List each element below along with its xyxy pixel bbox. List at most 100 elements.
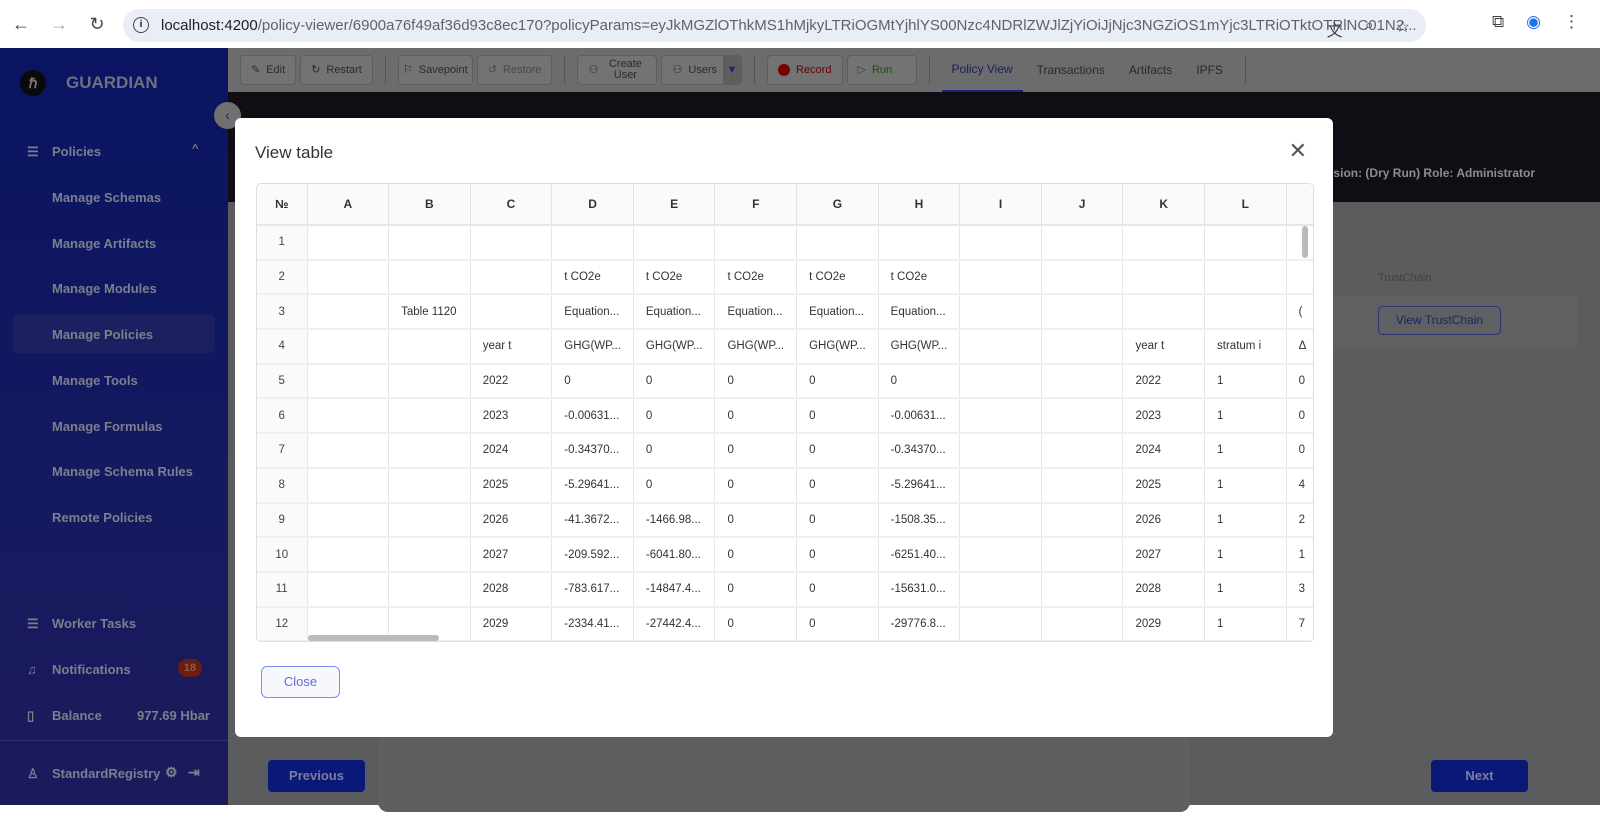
table-cell[interactable]: -27442.4... (633, 606, 716, 641)
table-cell[interactable]: 1 (1286, 537, 1313, 573)
table-cell[interactable]: 0 (714, 467, 798, 504)
table-cell[interactable]: GHG(WP... (551, 329, 634, 365)
table-cell[interactable] (959, 571, 1042, 608)
table-cell[interactable]: GHG(WP... (878, 329, 961, 365)
table-cell[interactable]: 1 (1204, 433, 1287, 469)
create-user-button[interactable]: ⚇ Create User (577, 55, 658, 85)
table-cell[interactable]: t CO2e (878, 259, 961, 296)
table-cell[interactable] (307, 225, 390, 261)
sidebar-item-manage-schema-rules[interactable]: Manage Schema Rules (52, 464, 193, 479)
table-cell[interactable]: ( (1286, 294, 1313, 331)
spreadsheet-table[interactable]: № A B C D E F G H I J K L 1 2 t CO2e t CO2e t CO2e t CO2e t… (256, 183, 1314, 642)
tab-policy-view[interactable]: Policy View (941, 48, 1023, 92)
table-cell[interactable] (959, 467, 1042, 504)
table-cell[interactable] (388, 571, 471, 608)
table-cell[interactable]: 0 (796, 467, 879, 504)
table-cell[interactable]: 0 (633, 467, 716, 504)
table-cell[interactable]: 0 (714, 363, 798, 400)
table-cell[interactable] (388, 225, 471, 261)
vertical-scrollbar[interactable] (1302, 226, 1308, 258)
table-cell[interactable]: 2029 (470, 606, 553, 641)
view-trustchain-button[interactable]: View TrustChain (1378, 306, 1501, 335)
profile-icon[interactable]: ◉ (1526, 12, 1541, 32)
table-cell[interactable]: -15631.0... (878, 571, 961, 608)
table-cell[interactable]: 0 (1286, 433, 1313, 469)
menu-icon[interactable]: ⋮ (1563, 12, 1580, 32)
table-cell[interactable]: 0 (796, 398, 879, 435)
table-cell[interactable]: Equation... (796, 294, 879, 331)
table-cell[interactable] (307, 294, 390, 331)
table-cell[interactable]: -0.00631... (878, 398, 961, 435)
table-cell[interactable] (307, 571, 390, 608)
table-cell[interactable] (1122, 225, 1206, 261)
table-cell[interactable]: 2 (1286, 502, 1313, 539)
table-cell[interactable]: 2026 (1122, 502, 1206, 539)
table-cell[interactable] (470, 225, 553, 261)
sidebar-item-notifications[interactable]: Notifications (52, 662, 131, 677)
close-button[interactable]: Close (261, 666, 340, 698)
table-cell[interactable] (1041, 398, 1124, 435)
extensions-icon[interactable]: ⧉ (1492, 12, 1504, 32)
forward-icon[interactable]: → (40, 14, 78, 35)
column-header[interactable]: D (551, 184, 634, 226)
table-cell[interactable] (1122, 259, 1206, 296)
reload-icon[interactable]: ↻ (78, 14, 116, 35)
table-cell[interactable]: 0 (714, 537, 798, 573)
table-cell[interactable] (470, 294, 553, 331)
table-cell[interactable] (388, 259, 471, 296)
table-cell[interactable]: 0 (796, 433, 879, 469)
previous-button[interactable]: Previous (268, 760, 365, 792)
table-cell[interactable] (388, 433, 471, 469)
table-cell[interactable]: -1466.98... (633, 502, 716, 539)
table-cell[interactable]: 2025 (1122, 467, 1206, 504)
next-button[interactable]: Next (1431, 760, 1528, 792)
table-cell[interactable]: 2024 (470, 433, 553, 469)
table-cell[interactable] (307, 537, 390, 573)
table-cell[interactable]: 2028 (1122, 571, 1206, 608)
column-header[interactable]: B (388, 184, 471, 226)
settings-gear-icon[interactable]: ⚙ (165, 764, 178, 781)
table-cell[interactable]: 0 (551, 363, 634, 400)
sidebar-item-remote-policies[interactable]: Remote Policies (52, 510, 152, 525)
table-cell[interactable] (1041, 329, 1124, 365)
restart-button[interactable]: ↻ Restart (300, 55, 373, 85)
table-cell[interactable] (959, 363, 1042, 400)
table-cell[interactable] (307, 467, 390, 504)
table-cell[interactable]: 0 (796, 537, 879, 573)
table-cell[interactable] (388, 537, 471, 573)
table-cell[interactable]: 0 (796, 363, 879, 400)
table-cell[interactable] (307, 502, 390, 539)
table-cell[interactable]: 0 (714, 502, 798, 539)
column-header[interactable] (1286, 184, 1313, 226)
run-button[interactable]: ▷ Run (846, 55, 917, 85)
sidebar-item-manage-artifacts[interactable]: Manage Artifacts (52, 236, 156, 251)
table-cell[interactable]: -41.3672... (551, 502, 634, 539)
table-cell[interactable]: 2023 (1122, 398, 1206, 435)
table-cell[interactable]: 2023 (470, 398, 553, 435)
table-cell[interactable]: 0 (1286, 398, 1313, 435)
tab-transactions[interactable]: Transactions (1027, 48, 1115, 92)
bookmark-star-icon[interactable]: ☆ (1396, 17, 1410, 41)
table-cell[interactable]: -14847.4... (633, 571, 716, 608)
table-cell[interactable] (959, 537, 1042, 573)
column-header[interactable]: K (1122, 184, 1206, 226)
table-cell[interactable]: GHG(WP... (633, 329, 716, 365)
table-cell[interactable] (307, 433, 390, 469)
table-cell[interactable]: year t (470, 329, 553, 365)
table-cell[interactable]: 7 (1286, 606, 1313, 641)
table-cell[interactable]: -783.617... (551, 571, 634, 608)
table-cell[interactable]: 0 (633, 433, 716, 469)
table-cell[interactable]: 0 (796, 606, 879, 641)
back-icon[interactable]: ← (2, 14, 40, 35)
table-cell[interactable] (388, 329, 471, 365)
table-cell[interactable]: 2025 (470, 467, 553, 504)
table-cell[interactable]: -0.34370... (551, 433, 634, 469)
close-icon[interactable]: ✕ (1289, 138, 1307, 164)
table-cell[interactable]: 2029 (1122, 606, 1206, 641)
table-cell[interactable] (1041, 502, 1124, 539)
table-cell[interactable] (1286, 259, 1313, 296)
table-cell[interactable] (1041, 606, 1124, 641)
table-cell[interactable]: GHG(WP... (796, 329, 879, 365)
chevron-up-icon[interactable]: ^ (192, 143, 198, 155)
table-cell[interactable]: 3 (1286, 571, 1313, 608)
